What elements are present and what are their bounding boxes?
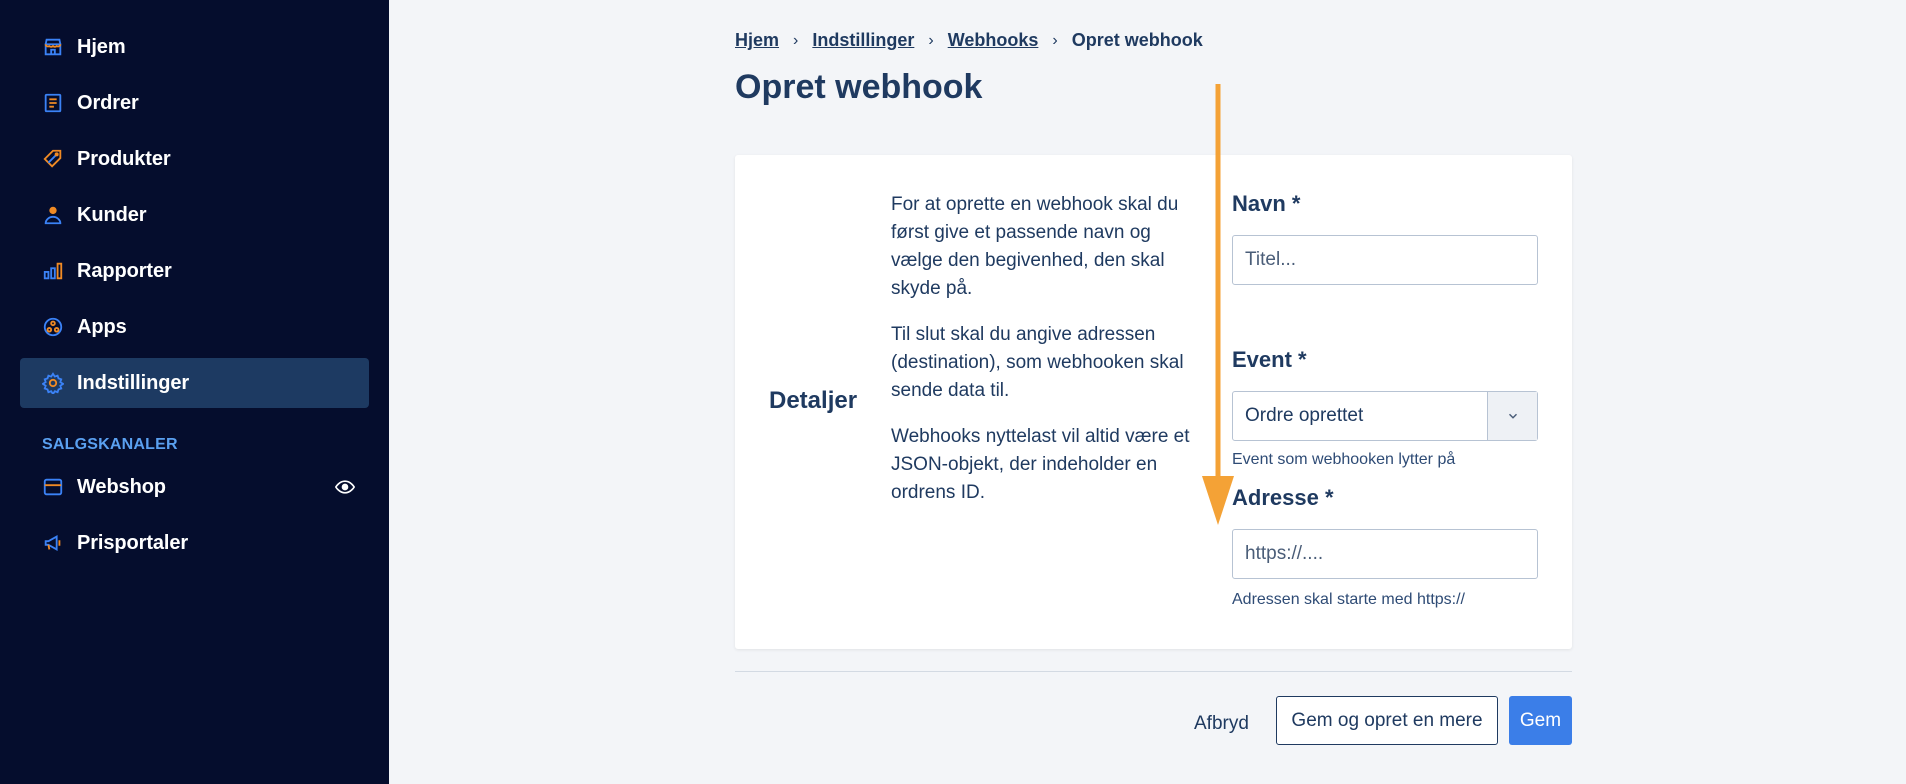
description-paragraph: Til slut skal du angive adressen (destin…	[891, 324, 1184, 401]
chevron-right-icon: ›	[793, 31, 799, 49]
sidebar-item-products[interactable]: Produkter	[20, 134, 369, 184]
home-icon	[42, 36, 64, 58]
apps-icon	[42, 316, 64, 338]
user-icon	[42, 204, 64, 226]
tag-icon	[42, 148, 64, 170]
breadcrumb-link-webhooks[interactable]: Webhooks	[948, 30, 1039, 51]
cancel-button[interactable]: Afbryd	[1194, 700, 1249, 748]
sidebar-item-home[interactable]: Hjem	[20, 22, 369, 72]
sidebar-item-orders[interactable]: Ordrer	[20, 78, 369, 128]
sidebar-item-label: Webshop	[77, 475, 166, 498]
save-and-create-another-button[interactable]: Gem og opret en mere	[1276, 696, 1498, 745]
sidebar: Hjem Ordrer Produkter Kunder Rapporter A…	[0, 0, 389, 784]
breadcrumb-link-home[interactable]: Hjem	[735, 30, 779, 51]
webhook-form: Navn * Event * Ordre oprettet Event som …	[1232, 191, 1538, 609]
sidebar-item-label: Apps	[77, 315, 127, 338]
sidebar-item-label: Indstillinger	[77, 371, 190, 394]
sidebar-item-webshop[interactable]: Webshop	[20, 462, 369, 512]
event-select-value: Ordre oprettet	[1245, 405, 1364, 426]
chevron-down-icon[interactable]	[1487, 392, 1537, 440]
eye-icon[interactable]	[335, 477, 355, 497]
sidebar-item-customers[interactable]: Kunder	[20, 190, 369, 240]
description-paragraph: For at oprette en webhook skal du først …	[891, 194, 1179, 299]
event-label: Event *	[1232, 347, 1307, 372]
breadcrumb-current: Opret webhook	[1071, 30, 1203, 50]
breadcrumb-link-settings[interactable]: Indstillinger	[812, 30, 914, 51]
sidebar-item-price-portals[interactable]: Prisportaler	[20, 518, 369, 568]
gear-icon	[42, 372, 64, 394]
sidebar-item-label: Ordrer	[77, 91, 139, 114]
megaphone-icon	[42, 532, 64, 554]
card-description: For at oprette en webhook skal du først …	[891, 191, 1201, 525]
event-hint: Event som webhooken lytter på	[1232, 451, 1456, 468]
sidebar-section-label: SALGSKANALER	[42, 436, 178, 453]
sidebar-item-label: Kunder	[77, 203, 147, 226]
sidebar-item-label: Prisportaler	[77, 531, 189, 554]
sidebar-item-apps[interactable]: Apps	[20, 302, 369, 352]
address-input[interactable]	[1232, 529, 1538, 579]
storefront-icon	[42, 476, 64, 498]
bar-chart-icon	[42, 260, 64, 282]
sidebar-item-label: Hjem	[77, 35, 126, 58]
sidebar-item-settings[interactable]: Indstillinger	[20, 358, 369, 408]
address-hint: Adressen skal starte med https://	[1232, 591, 1465, 608]
sidebar-item-label: Rapporter	[77, 259, 172, 282]
main-content: Hjem › Indstillinger › Webhooks › Opret …	[389, 0, 1906, 784]
description-paragraph: Webhooks nyttelast vil altid være et JSO…	[891, 426, 1190, 503]
breadcrumb: Hjem › Indstillinger › Webhooks › Opret …	[735, 30, 1203, 51]
orders-icon	[42, 92, 64, 114]
chevron-right-icon: ›	[928, 31, 934, 49]
sidebar-item-label: Produkter	[77, 147, 171, 170]
address-label: Adresse *	[1232, 485, 1334, 510]
details-card: Detaljer For at oprette en webhook skal …	[735, 155, 1572, 649]
name-label: Navn *	[1232, 191, 1301, 216]
sidebar-item-reports[interactable]: Rapporter	[20, 246, 369, 296]
card-heading: Detaljer	[769, 387, 858, 414]
divider	[735, 671, 1572, 672]
save-button[interactable]: Gem	[1509, 696, 1572, 745]
name-input[interactable]	[1232, 235, 1538, 285]
chevron-right-icon: ›	[1052, 31, 1058, 49]
event-select[interactable]: Ordre oprettet	[1232, 391, 1538, 441]
page-title: Opret webhook	[735, 68, 983, 106]
